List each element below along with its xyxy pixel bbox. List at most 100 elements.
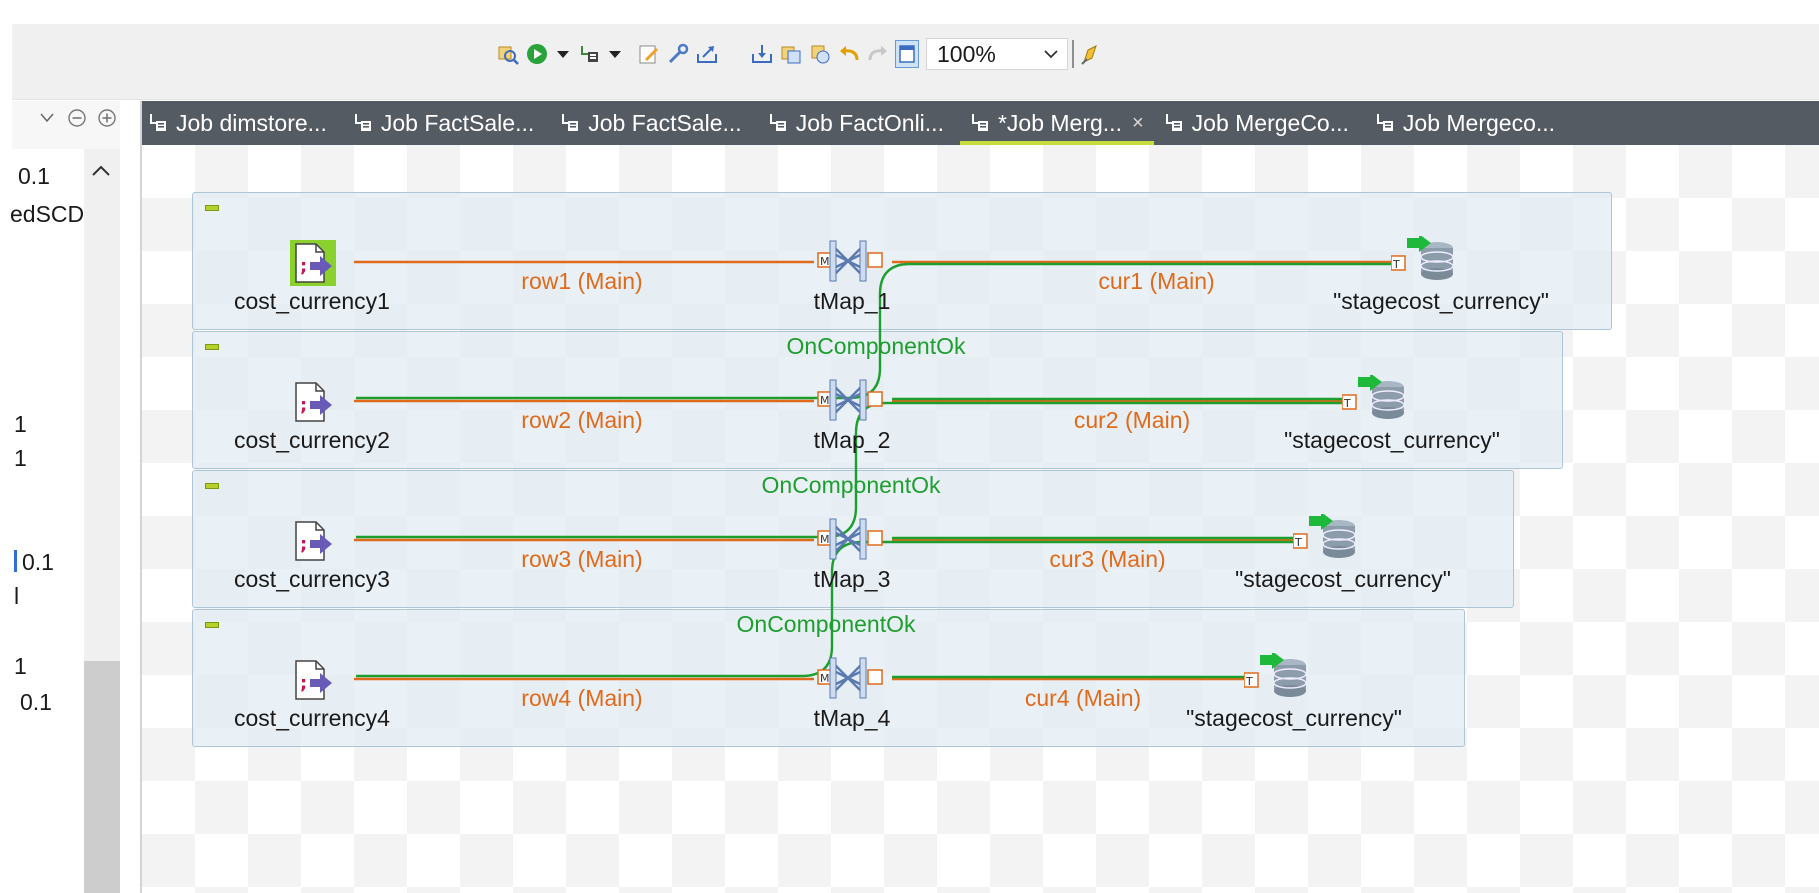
svg-text:M: M — [820, 533, 830, 546]
tree-item-marker — [14, 550, 17, 572]
tab-job-1[interactable]: Job FactSale... — [343, 101, 550, 145]
tab-job-3[interactable]: Job FactOnli... — [758, 101, 960, 145]
toolbar-separator — [1072, 40, 1074, 68]
svg-text:;: ; — [300, 256, 307, 277]
trigger-label[interactable]: OnComponentOk — [787, 333, 966, 360]
copy-icon[interactable] — [779, 40, 803, 68]
grid-toggle-icon[interactable] — [895, 40, 919, 68]
paste-icon[interactable] — [808, 40, 832, 68]
job-icon — [148, 112, 168, 134]
tree-item-text: 0.1 — [22, 549, 54, 575]
component-input-2[interactable]: ; — [290, 379, 336, 429]
title-strip — [0, 0, 1819, 24]
component-label: "stagecost_currency" — [1333, 288, 1549, 314]
svg-text:M: M — [820, 255, 830, 268]
redo-icon[interactable] — [866, 40, 890, 68]
editor-tabs: Job dimstore... Job FactSale... Job FactSa… — [142, 101, 1819, 145]
component-label: "stagecost_currency" — [1186, 705, 1402, 731]
db-output-component-3[interactable]: T — [1292, 512, 1357, 564]
flow-label[interactable]: row1 (Main) — [521, 268, 642, 295]
flow-label[interactable]: cur4 (Main) — [1025, 685, 1141, 712]
component-input-1[interactable]: ; — [290, 240, 336, 290]
svg-text:;: ; — [300, 395, 307, 416]
job-dropdown-icon[interactable] — [606, 40, 624, 68]
job-icon — [560, 112, 580, 134]
close-icon[interactable]: × — [1132, 112, 1144, 135]
component-label: cost_currency3 — [234, 566, 390, 592]
run-icon[interactable] — [525, 40, 549, 68]
tab-job-5[interactable]: Job MergeCo... — [1154, 101, 1365, 145]
scrollbar-thumb[interactable] — [84, 661, 120, 893]
panel-controls — [36, 107, 118, 129]
flow-label[interactable]: cur1 (Main) — [1098, 268, 1214, 295]
collapse-icon[interactable] — [66, 107, 88, 129]
component-label: tMap_3 — [813, 566, 891, 592]
tree-item-text: 0.1 — [20, 689, 52, 715]
tmap-component-3[interactable]: M — [814, 515, 884, 567]
job-icon — [768, 112, 788, 134]
tree-item-text: 1 — [14, 411, 27, 437]
tab-label: Job MergeCo... — [1191, 109, 1349, 136]
tab-label: Job FactSale... — [380, 109, 535, 136]
component-label: "stagecost_currency" — [1284, 427, 1500, 453]
flow-label[interactable]: row2 (Main) — [521, 407, 642, 434]
designer-toolbar: 100% — [496, 38, 1107, 70]
expand-icon[interactable] — [96, 107, 118, 129]
tab-job-0[interactable]: Job dimstore... — [142, 101, 343, 145]
tmap-component-4[interactable]: M — [814, 654, 884, 706]
job-icon — [1375, 112, 1395, 134]
import-icon[interactable] — [750, 40, 774, 68]
tab-job-2[interactable]: Job FactSale... — [550, 101, 757, 145]
tree-item-text: 1 — [14, 653, 27, 679]
tab-label: *Job Merg... — [997, 109, 1122, 136]
job-icon — [970, 112, 990, 134]
component-label: tMap_2 — [813, 427, 891, 453]
zoom-value: 100% — [937, 40, 996, 67]
undo-icon[interactable] — [837, 40, 861, 68]
find-icon[interactable] — [496, 40, 520, 68]
tab-label: Job FactSale... — [588, 109, 742, 136]
edit-icon[interactable] — [637, 40, 661, 68]
job-icon — [353, 112, 373, 134]
svg-text:M: M — [820, 394, 830, 407]
tab-job-4[interactable]: *Job Merg... × — [959, 101, 1154, 145]
component-label: cost_currency4 — [234, 705, 390, 731]
component-input-3[interactable]: ; — [290, 518, 336, 568]
tree-item-text: edSCD — [10, 201, 85, 227]
component-label: tMap_4 — [813, 705, 891, 731]
flow-label[interactable]: cur3 (Main) — [1049, 546, 1165, 573]
view-menu-icon[interactable] — [36, 107, 58, 129]
job-designer-canvas[interactable]: ; M Tcost_currency1 tMap_1 "stagecost_curren… — [142, 145, 1819, 893]
wrench-icon[interactable] — [666, 40, 690, 68]
scroll-up-icon[interactable] — [90, 163, 112, 182]
flow-label[interactable]: row3 (Main) — [521, 546, 642, 573]
tree-item-text: 0.1 — [18, 163, 50, 189]
db-output-component-1[interactable]: T — [1390, 234, 1455, 286]
highlight-icon[interactable] — [1078, 40, 1102, 68]
svg-text:T: T — [1343, 397, 1351, 410]
export-icon[interactable] — [695, 40, 719, 68]
flow-label[interactable]: row4 (Main) — [521, 685, 642, 712]
svg-text:T: T — [1245, 675, 1253, 688]
trigger-label[interactable]: OnComponentOk — [762, 472, 941, 499]
talend-studio-window: 100% 0.1 edSCD 1 1 0.1 l 1 0.1 Job dimst… — [0, 0, 1819, 893]
tmap-component-1[interactable]: M — [814, 237, 884, 289]
zoom-select[interactable]: 100% — [926, 38, 1068, 70]
component-label: "stagecost_currency" — [1235, 566, 1451, 592]
db-output-component-2[interactable]: T — [1341, 373, 1406, 425]
vertical-scrollbar[interactable] — [84, 149, 120, 893]
job-icon[interactable] — [577, 40, 601, 68]
chevron-down-icon[interactable] — [1039, 49, 1063, 59]
flow-label[interactable]: cur2 (Main) — [1074, 407, 1190, 434]
svg-text:M: M — [820, 672, 830, 685]
component-label: tMap_1 — [813, 288, 891, 314]
tab-job-6[interactable]: Job Mergeco... — [1365, 101, 1571, 145]
run-dropdown-icon[interactable] — [554, 40, 572, 68]
component-input-4[interactable]: ; — [290, 657, 336, 707]
tmap-component-2[interactable]: M — [814, 376, 884, 428]
tab-label: Job FactOnli... — [795, 109, 944, 136]
db-output-component-4[interactable]: T — [1243, 651, 1308, 703]
tab-label: Job dimstore... — [176, 109, 327, 136]
trigger-label[interactable]: OnComponentOk — [737, 611, 916, 638]
repository-tree[interactable]: 0.1 edSCD 1 1 0.1 l 1 0.1 — [10, 149, 85, 893]
